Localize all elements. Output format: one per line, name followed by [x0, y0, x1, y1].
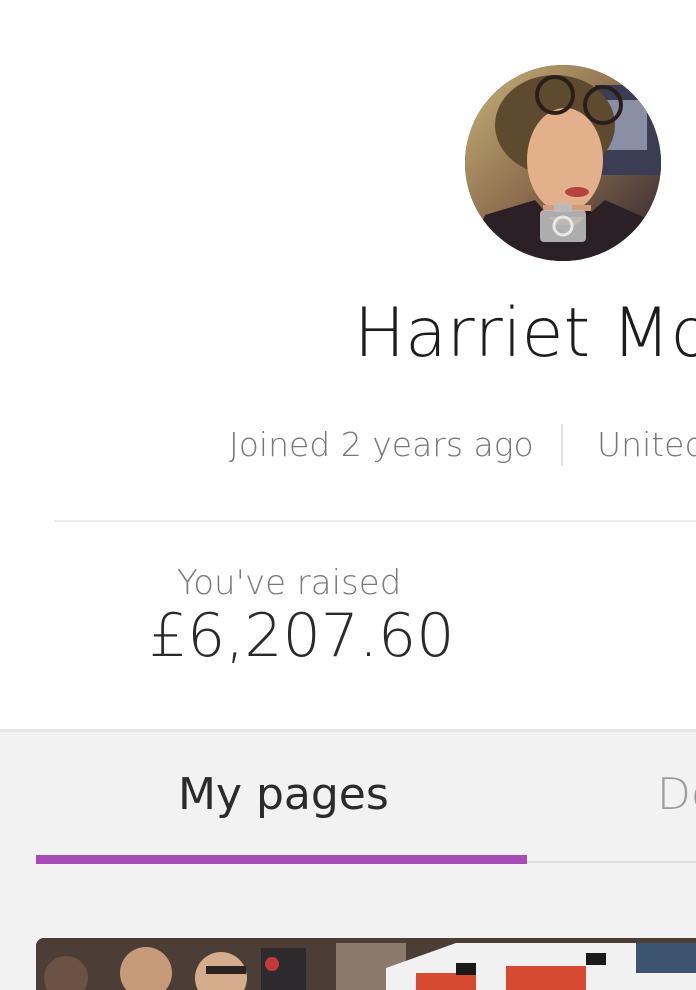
profile-name: Harriet Mor: [354, 294, 696, 373]
location-text: United: [597, 425, 696, 464]
divider: [54, 520, 696, 522]
raised-label: You've raised: [177, 563, 402, 603]
fundraising-page-card[interactable]: [36, 938, 696, 990]
joined-text: Joined 2 years ago: [229, 425, 534, 464]
camera-icon[interactable]: [538, 200, 588, 244]
meta-divider: [561, 424, 563, 466]
tab-underline: [527, 861, 696, 863]
raised-amount: £6,207.60: [149, 601, 455, 671]
page-card-image: [36, 938, 696, 990]
profile-page: Harriet Mor Joined 2 years ago United Yo…: [0, 0, 696, 990]
tab-donations[interactable]: Do: [657, 773, 696, 817]
tab-active-indicator: [36, 855, 527, 864]
tab-my-pages[interactable]: My pages: [178, 773, 389, 817]
